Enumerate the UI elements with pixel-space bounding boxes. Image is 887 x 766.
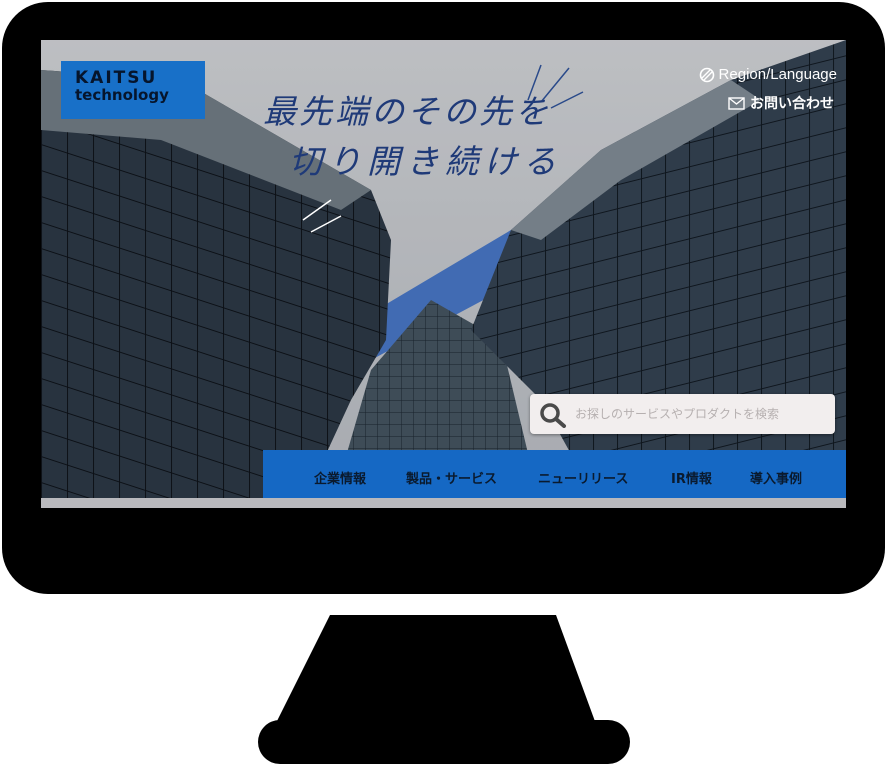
main-navigation: 企業情報 製品・サービス ニューリリース IR情報 導入事例 — [263, 450, 846, 498]
logo-subtitle: technology — [75, 86, 169, 104]
globe-icon — [699, 67, 714, 82]
screen-bottom-strip — [41, 498, 846, 508]
headline-line-1: 最先端のその先を — [263, 92, 551, 131]
nav-item-products-services[interactable]: 製品・サービス — [406, 468, 497, 487]
nav-item-company[interactable]: 企業情報 — [314, 468, 366, 487]
region-language-label: Region/Language — [718, 66, 837, 83]
search-box[interactable] — [530, 394, 835, 434]
contact-link[interactable]: お問い合わせ — [728, 93, 834, 113]
search-input[interactable] — [575, 394, 830, 434]
nav-item-case-studies[interactable]: 導入事例 — [750, 468, 802, 487]
nav-item-ir[interactable]: IR情報 — [671, 468, 712, 487]
website-screen: KAITSU technology 最先端のその先を 切り開き続ける Regio… — [41, 40, 846, 508]
logo-wordmark: KAITSU — [75, 68, 158, 88]
search-icon[interactable] — [539, 402, 567, 428]
region-language-link[interactable]: Region/Language — [699, 66, 837, 83]
desktop-monitor-mockup: KAITSU technology 最先端のその先を 切り開き続ける Regio… — [0, 0, 887, 766]
contact-label: お問い合わせ — [750, 96, 834, 112]
nav-item-new-releases[interactable]: ニューリリース — [538, 468, 628, 487]
mail-icon — [728, 96, 745, 110]
headline-line-2: 切り開き続ける — [289, 142, 562, 181]
kaitsu-logo[interactable]: KAITSU technology — [61, 61, 205, 119]
hero-headline: 最先端のその先を 切り開き続ける — [263, 92, 562, 182]
